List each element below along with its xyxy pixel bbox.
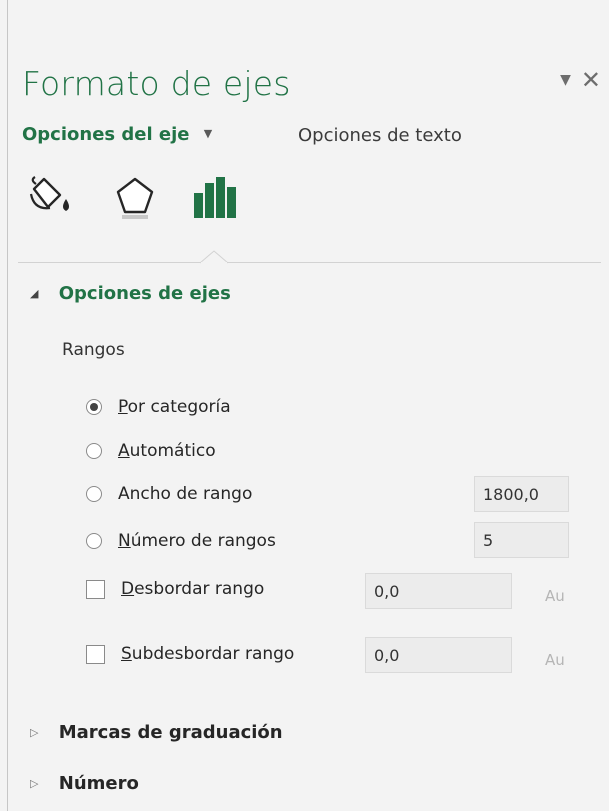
expand-triangle-icon[interactable]: ▷	[30, 777, 38, 790]
close-icon[interactable]: ✕	[581, 68, 601, 92]
pane-left-border	[7, 0, 8, 811]
pane-title: Formato de ejes	[22, 64, 291, 103]
collapse-triangle-icon[interactable]: ◢	[30, 287, 38, 300]
title-controls: ▼ ✕	[560, 68, 601, 92]
radio-button[interactable]	[86, 399, 102, 415]
bar-chart-icon[interactable]	[192, 175, 238, 225]
fill-bucket-icon[interactable]	[28, 175, 74, 223]
tab-text-options[interactable]: Opciones de texto	[298, 125, 462, 146]
category-icon-row	[28, 175, 258, 225]
checkbox-overflow-bin[interactable]: Desbordar rango	[86, 579, 264, 599]
radio-number-of-bins[interactable]: Número de rangos	[86, 531, 276, 551]
section-number[interactable]: ▷ Número	[30, 773, 139, 794]
underflow-bin-input[interactable]: 0,0	[365, 637, 512, 673]
radio-bin-width-label: Ancho de rango	[118, 484, 253, 504]
tab-axis-options-label: Opciones del eje	[22, 124, 190, 145]
expand-triangle-icon[interactable]: ▷	[30, 726, 38, 739]
active-tab-notch	[200, 250, 228, 264]
underflow-auto-button[interactable]: Au	[545, 651, 565, 669]
section-axis-options-label: Opciones de ejes	[58, 283, 231, 304]
section-number-label: Número	[58, 773, 139, 794]
radio-automatic[interactable]: Automático	[86, 441, 216, 461]
radio-by-category[interactable]: Por categoría	[86, 397, 231, 417]
radio-automatic-label: Automático	[118, 441, 216, 461]
overflow-auto-button[interactable]: Au	[545, 587, 565, 605]
radio-bin-width[interactable]: Ancho de rango	[86, 484, 252, 504]
tab-separator	[18, 262, 601, 263]
overflow-bin-label: Desbordar rango	[121, 579, 265, 599]
tab-axis-options[interactable]: Opciones del eje ▼	[22, 124, 212, 145]
pane-options-dropdown-icon[interactable]: ▼	[560, 72, 571, 88]
underflow-bin-label: Subdesbordar rango	[121, 644, 295, 664]
section-tick-marks-label: Marcas de graduación	[58, 722, 283, 743]
radio-button[interactable]	[86, 533, 102, 549]
overflow-bin-input[interactable]: 0,0	[365, 573, 512, 609]
checkbox[interactable]	[86, 644, 105, 664]
section-axis-options[interactable]: ◢ Opciones de ejes	[30, 283, 231, 304]
radio-by-category-label: Por categoría	[118, 397, 231, 417]
pentagon-icon[interactable]	[112, 175, 158, 225]
bin-width-input[interactable]: 1800,0	[474, 476, 569, 512]
checkbox[interactable]	[86, 579, 105, 599]
radio-button[interactable]	[86, 486, 102, 502]
radio-number-of-bins-label: Número de rangos	[118, 531, 276, 551]
section-tick-marks[interactable]: ▷ Marcas de graduación	[30, 722, 283, 743]
number-of-bins-input[interactable]: 5	[474, 522, 569, 558]
chevron-down-icon[interactable]: ▼	[204, 127, 212, 140]
checkbox-underflow-bin[interactable]: Subdesbordar rango	[86, 644, 294, 664]
radio-button[interactable]	[86, 443, 102, 459]
bins-group-label: Rangos	[62, 340, 125, 360]
